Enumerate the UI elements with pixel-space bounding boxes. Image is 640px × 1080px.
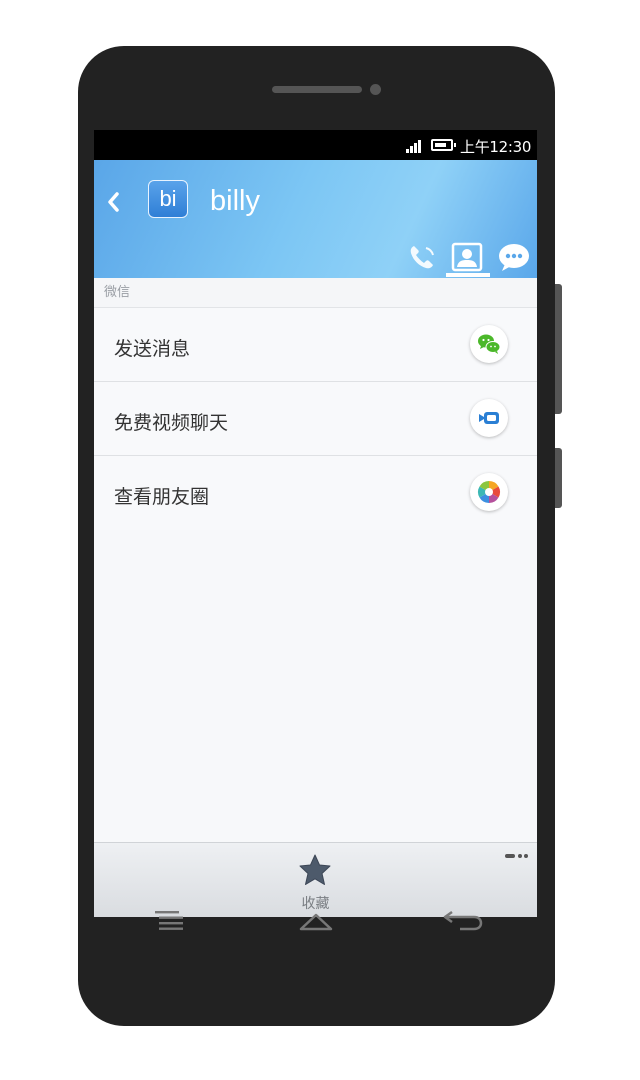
volume-button[interactable] [555,284,562,414]
power-button[interactable] [555,448,562,508]
send-message-row[interactable]: 发送消息 [94,308,537,382]
contact-header: bi billy [94,160,537,278]
star-icon[interactable] [298,853,332,887]
contact-card-icon[interactable] [450,242,484,272]
row-label: 发送消息 [114,338,191,360]
avatar[interactable]: bi [148,180,188,218]
wechat-icon[interactable] [470,325,508,363]
moments-icon[interactable] [470,473,508,511]
back-key-icon[interactable] [442,910,484,932]
bottom-bar: 收藏 [94,842,537,917]
signal-icon [406,139,424,153]
battery-icon [431,139,456,151]
phone-frame: 上午12:30 bi billy 微信 发送消息 免费视频聊天 查看朋友圈 收藏 [78,46,562,1026]
status-bar: 上午12:30 [94,130,537,160]
video-call-icon[interactable] [470,399,508,437]
active-tab-indicator [446,273,490,277]
front-camera [370,84,381,95]
chat-bubble-icon[interactable] [497,242,531,272]
back-arrow-icon[interactable] [102,188,126,216]
screen: 上午12:30 bi billy 微信 发送消息 免费视频聊天 查看朋友圈 收藏 [94,130,537,917]
home-key-icon[interactable] [298,910,334,932]
row-label: 查看朋友圈 [114,486,210,508]
row-label: 免费视频聊天 [114,412,229,434]
contact-name: billy [210,185,260,217]
status-time: 上午12:30 [460,138,532,156]
section-label: 微信 [94,278,537,308]
speaker-grille [272,86,362,93]
phone-icon[interactable] [406,242,440,272]
more-icon[interactable] [505,852,529,860]
menu-key-icon[interactable] [155,910,183,930]
video-chat-row[interactable]: 免费视频聊天 [94,382,537,456]
moments-row[interactable]: 查看朋友圈 [94,456,537,530]
